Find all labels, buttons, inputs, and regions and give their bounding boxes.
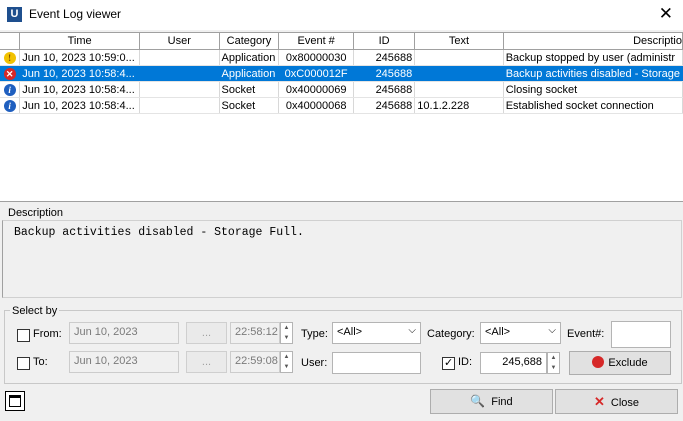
id-checkbox[interactable] bbox=[442, 356, 455, 370]
to-checkbox[interactable] bbox=[17, 357, 30, 370]
type-label: Type: bbox=[301, 328, 328, 340]
cell-event: 0x40000069 bbox=[278, 81, 354, 98]
to-time-spinner[interactable]: ▲ ▼ bbox=[280, 351, 293, 373]
table-row[interactable]: i Jun 10, 2023 10:58:4... Socket 0x40000… bbox=[0, 81, 683, 98]
id-label: ID: bbox=[458, 356, 473, 368]
find-button[interactable]: 🔍 Find bbox=[430, 389, 553, 414]
from-checkbox[interactable] bbox=[17, 329, 30, 342]
table-row[interactable]: ! Jun 10, 2023 10:59:0... Application 0x… bbox=[0, 49, 683, 66]
chevron-down-icon: ⌵ bbox=[548, 325, 556, 336]
column-header-text[interactable]: Text bbox=[414, 33, 504, 50]
cell-description: Backup stopped by user (administr bbox=[503, 49, 683, 66]
cell-text: 10.1.2.228 bbox=[414, 97, 504, 114]
app-icon: U bbox=[7, 7, 22, 22]
cell-id: 245688 bbox=[353, 65, 416, 82]
column-header-time[interactable]: Time bbox=[19, 33, 141, 50]
stop-icon bbox=[592, 356, 605, 368]
cell-category: Socket bbox=[219, 81, 280, 98]
to-date-field[interactable]: Jun 10, 2023 bbox=[69, 351, 179, 373]
cell-user bbox=[139, 49, 220, 66]
event-grid: Time User Category Event # ID Text Descr… bbox=[0, 33, 683, 114]
find-icon: 🔍 bbox=[470, 394, 486, 408]
warning-icon: ! bbox=[3, 51, 16, 64]
table-row-selected[interactable]: ✕ Jun 10, 2023 10:58:4... Application 0x… bbox=[0, 65, 683, 82]
cell-text bbox=[414, 49, 504, 66]
cell-user bbox=[139, 65, 220, 82]
cell-text bbox=[414, 81, 504, 98]
title-bar: U Event Log viewer ✕ bbox=[0, 0, 683, 30]
event-number-field[interactable] bbox=[611, 321, 671, 348]
chevron-down-icon: ⌵ bbox=[408, 325, 416, 336]
cell-category: Socket bbox=[219, 97, 280, 114]
cell-event: 0xC000012F bbox=[278, 65, 354, 82]
user-field[interactable] bbox=[332, 352, 421, 374]
column-header-description[interactable]: Descriptio bbox=[503, 33, 683, 50]
category-select[interactable]: <All> ⌵ bbox=[480, 322, 561, 344]
from-time-field[interactable]: 22:58:12 bbox=[230, 322, 280, 344]
from-time-spinner[interactable]: ▲ ▼ bbox=[280, 322, 293, 344]
type-select[interactable]: <All> ⌵ bbox=[332, 322, 421, 344]
to-date-picker-button[interactable]: ... bbox=[186, 351, 227, 373]
cell-event: 0x40000068 bbox=[278, 97, 354, 114]
cell-time: Jun 10, 2023 10:58:4... bbox=[19, 65, 141, 82]
cell-user bbox=[139, 81, 220, 98]
id-spinner[interactable]: ▲ ▼ bbox=[547, 352, 560, 374]
cell-text bbox=[414, 65, 504, 82]
user-label: User: bbox=[301, 357, 328, 369]
cell-event: 0x80000030 bbox=[278, 49, 354, 66]
window-layout-icon[interactable] bbox=[5, 391, 25, 411]
info-icon: i bbox=[3, 99, 16, 112]
from-label: From: bbox=[33, 328, 62, 340]
cell-id: 245688 bbox=[353, 49, 416, 66]
from-date-field[interactable]: Jun 10, 2023 bbox=[69, 322, 179, 344]
category-label: Category: bbox=[427, 328, 475, 340]
event-table: Time User Category Event # ID Text Descr… bbox=[0, 32, 683, 202]
cell-id: 245688 bbox=[353, 97, 416, 114]
window-title: Event Log viewer bbox=[29, 7, 122, 21]
error-icon: ✕ bbox=[3, 67, 16, 80]
cell-id: 245688 bbox=[353, 81, 416, 98]
to-time-field[interactable]: 22:59:08 bbox=[230, 351, 280, 373]
table-header: Time User Category Event # ID Text Descr… bbox=[0, 33, 683, 50]
cell-time: Jun 10, 2023 10:59:0... bbox=[19, 49, 141, 66]
description-text: Backup activities disabled - Storage Ful… bbox=[14, 226, 304, 239]
description-label: Description bbox=[8, 207, 64, 219]
cell-user bbox=[139, 97, 220, 114]
cell-category: Application bbox=[219, 49, 280, 66]
cell-description: Established socket connection bbox=[503, 97, 683, 114]
column-header-event[interactable]: Event # bbox=[278, 33, 354, 50]
id-field[interactable]: 245,688 bbox=[480, 352, 547, 374]
column-header-id[interactable]: ID bbox=[353, 33, 416, 50]
cell-description: Backup activities disabled - Storage bbox=[503, 65, 683, 82]
close-icon: ✕ bbox=[593, 394, 605, 409]
cell-time: Jun 10, 2023 10:58:4... bbox=[19, 97, 141, 114]
exclude-button[interactable]: Exclude bbox=[569, 351, 671, 375]
from-date-picker-button[interactable]: ... bbox=[186, 322, 227, 344]
cell-description: Closing socket bbox=[503, 81, 683, 98]
close-window-icon[interactable]: ✕ bbox=[659, 5, 673, 22]
column-header-category[interactable]: Category bbox=[219, 33, 280, 50]
table-row[interactable]: i Jun 10, 2023 10:58:4... Socket 0x40000… bbox=[0, 97, 683, 114]
cell-time: Jun 10, 2023 10:58:4... bbox=[19, 81, 141, 98]
column-header-user[interactable]: User bbox=[139, 33, 220, 50]
close-button[interactable]: ✕ Close bbox=[555, 389, 678, 414]
column-header-icon[interactable] bbox=[0, 33, 21, 50]
select-by-label: Select by bbox=[10, 305, 60, 317]
event-number-label: Event#: bbox=[567, 328, 605, 340]
cell-category: Application bbox=[219, 65, 280, 82]
to-label: To: bbox=[33, 356, 48, 368]
info-icon: i bbox=[3, 83, 16, 96]
